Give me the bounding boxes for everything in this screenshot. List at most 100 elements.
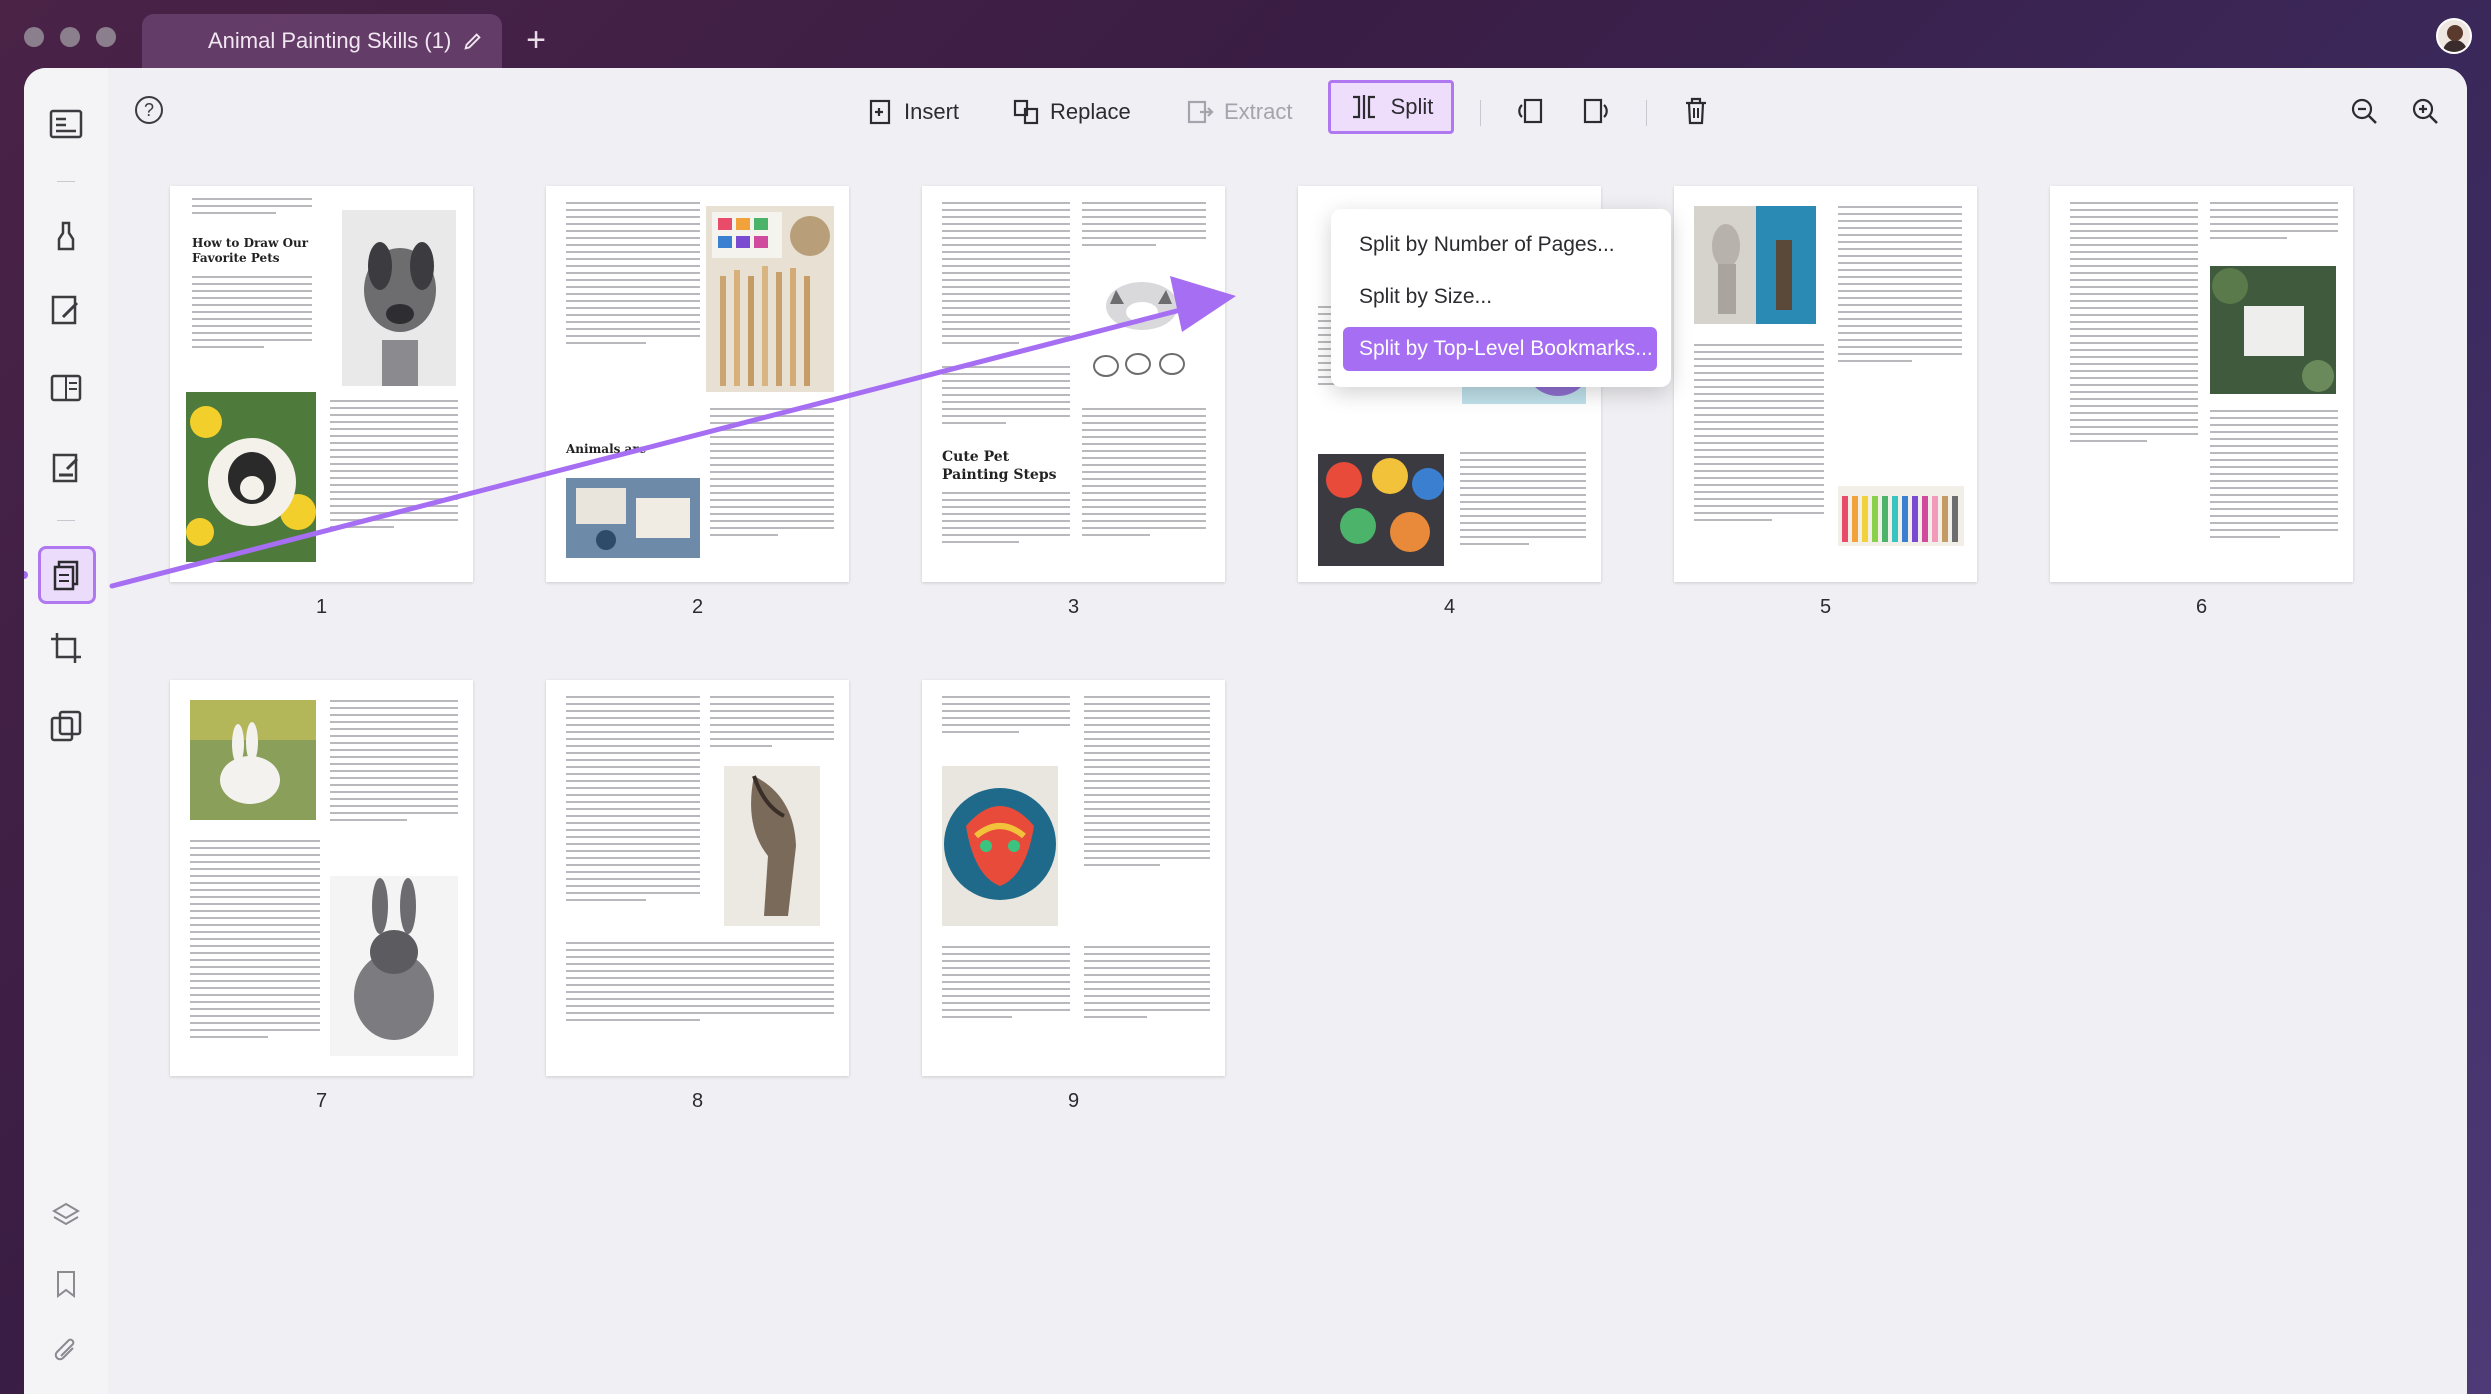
document-tab[interactable]: Animal Painting Skills (1) bbox=[142, 14, 502, 68]
sign-icon[interactable] bbox=[46, 448, 86, 488]
page-number: 6 bbox=[2195, 596, 2208, 618]
app-window: ? Insert Replace Extract Split How to Dr… bbox=[24, 68, 2467, 1394]
text-block bbox=[942, 946, 1070, 1023]
organize-pages-button[interactable] bbox=[38, 546, 96, 604]
page-thumbnail-9[interactable] bbox=[922, 680, 1225, 1076]
dog-plate-photo bbox=[186, 392, 316, 562]
page-number: 1 bbox=[315, 596, 328, 618]
split-button[interactable]: Split bbox=[1328, 80, 1454, 134]
text-block bbox=[566, 942, 834, 1026]
painting-table-photo bbox=[566, 478, 700, 558]
paint-cups-photo bbox=[1318, 454, 1444, 566]
zoom-in-icon[interactable] bbox=[2408, 94, 2442, 128]
colorful-cat-painting-image bbox=[942, 766, 1058, 926]
avatar[interactable] bbox=[2436, 18, 2472, 54]
minimize-window-button[interactable] bbox=[60, 27, 80, 47]
text-block bbox=[192, 276, 312, 353]
organize-pages-icon bbox=[53, 560, 79, 591]
split-by-size-item[interactable]: Split by Size... bbox=[1343, 275, 1657, 319]
text-block bbox=[942, 696, 1070, 738]
text-block bbox=[1460, 452, 1586, 550]
active-indicator bbox=[24, 571, 28, 579]
text-block bbox=[2070, 202, 2198, 447]
split-dropdown-menu: Split by Number of Pages... Split by Siz… bbox=[1331, 209, 1671, 387]
text-block bbox=[566, 696, 700, 906]
statue-blue-door-photo bbox=[1694, 206, 1816, 324]
page-thumbnail-6[interactable] bbox=[2050, 186, 2353, 582]
insert-button[interactable]: Insert bbox=[866, 90, 959, 134]
divider bbox=[57, 520, 75, 521]
title-bar: Animal Painting Skills (1) + bbox=[0, 0, 2491, 68]
help-button[interactable]: ? bbox=[135, 96, 163, 124]
text-block bbox=[1082, 408, 1206, 541]
text-block bbox=[1838, 206, 1962, 367]
tab-title: Animal Painting Skills (1) bbox=[208, 28, 452, 53]
bookmark-icon[interactable] bbox=[46, 1264, 86, 1304]
text-block bbox=[942, 366, 1070, 429]
page-number: 3 bbox=[1067, 596, 1080, 618]
replace-page-icon bbox=[1013, 99, 1039, 125]
rename-pencil-icon[interactable] bbox=[462, 30, 484, 52]
text-block bbox=[1084, 696, 1210, 871]
corgi-sketch-image bbox=[1086, 276, 1206, 386]
zoom-out-icon[interactable] bbox=[2347, 94, 2381, 128]
new-tab-button[interactable]: + bbox=[518, 22, 554, 58]
page-thumbnail-3[interactable]: Cute Pet Painting Steps bbox=[922, 186, 1225, 582]
form-icon[interactable] bbox=[46, 368, 86, 408]
page-heading: How to Draw Our Favorite Pets bbox=[192, 236, 309, 265]
plant-sketch-photo bbox=[2210, 266, 2336, 394]
replace-label: Replace bbox=[1050, 99, 1131, 124]
text-block bbox=[1082, 202, 1206, 251]
text-block bbox=[710, 696, 834, 752]
paint-brushes-photo bbox=[706, 206, 834, 392]
divider bbox=[1646, 100, 1647, 126]
text-block bbox=[330, 400, 458, 533]
page-thumbnail-7[interactable] bbox=[170, 680, 473, 1076]
rotate-left-icon[interactable] bbox=[1513, 94, 1547, 128]
page-organizer: ? Insert Replace Extract Split How to Dr… bbox=[108, 68, 2467, 1394]
page-thumbnail-2[interactable]: Animals are bbox=[546, 186, 849, 582]
rotate-right-icon[interactable] bbox=[1579, 94, 1613, 128]
split-by-top-level-bookmarks-item[interactable]: Split by Top-Level Bookmarks... bbox=[1343, 327, 1657, 371]
split-label: Split bbox=[1390, 94, 1434, 119]
page-number: 9 bbox=[1067, 1090, 1080, 1112]
maximize-window-button[interactable] bbox=[96, 27, 116, 47]
extract-label: Extract bbox=[1224, 99, 1293, 124]
highlighter-icon[interactable] bbox=[46, 216, 86, 256]
page-thumbnail-5[interactable] bbox=[1674, 186, 1977, 582]
edit-pdf-icon[interactable] bbox=[46, 290, 86, 330]
text-block bbox=[942, 202, 1070, 349]
text-block bbox=[2210, 410, 2338, 543]
page-number: 4 bbox=[1443, 596, 1456, 618]
insert-page-icon bbox=[869, 99, 891, 125]
crop-icon[interactable] bbox=[46, 628, 86, 668]
page-thumbnail-1[interactable]: How to Draw Our Favorite Pets bbox=[170, 186, 473, 582]
reader-icon[interactable] bbox=[46, 104, 86, 144]
text-block bbox=[1694, 344, 1824, 526]
text-block bbox=[330, 700, 458, 826]
close-window-button[interactable] bbox=[24, 27, 44, 47]
organize-toolbar: ? Insert Replace Extract Split bbox=[108, 68, 2467, 166]
split-by-number-of-pages-item[interactable]: Split by Number of Pages... bbox=[1343, 223, 1657, 267]
colored-pencils-photo bbox=[1838, 486, 1964, 546]
page-number: 8 bbox=[691, 1090, 704, 1112]
text-block bbox=[2210, 202, 2338, 244]
text-block bbox=[1084, 946, 1210, 1023]
layers-icon[interactable] bbox=[46, 1196, 86, 1236]
page-number: 5 bbox=[1819, 596, 1832, 618]
page-heading: Cute Pet Painting Steps bbox=[942, 449, 1057, 483]
page-number: 7 bbox=[315, 1090, 328, 1112]
page-thumbnail-8[interactable] bbox=[546, 680, 849, 1076]
text-block bbox=[190, 840, 320, 1043]
left-toolbar bbox=[24, 68, 108, 1394]
page-number: 2 bbox=[691, 596, 704, 618]
attachment-icon[interactable] bbox=[46, 1332, 86, 1372]
replace-button[interactable]: Replace bbox=[1012, 90, 1131, 134]
extract-button[interactable]: Extract bbox=[1186, 90, 1292, 134]
split-icon bbox=[1352, 95, 1375, 119]
delete-trash-icon[interactable] bbox=[1679, 94, 1713, 128]
compare-icon[interactable] bbox=[46, 706, 86, 746]
horse-sketch-image bbox=[724, 766, 820, 926]
text-block bbox=[710, 408, 834, 541]
text-block bbox=[942, 492, 1070, 548]
